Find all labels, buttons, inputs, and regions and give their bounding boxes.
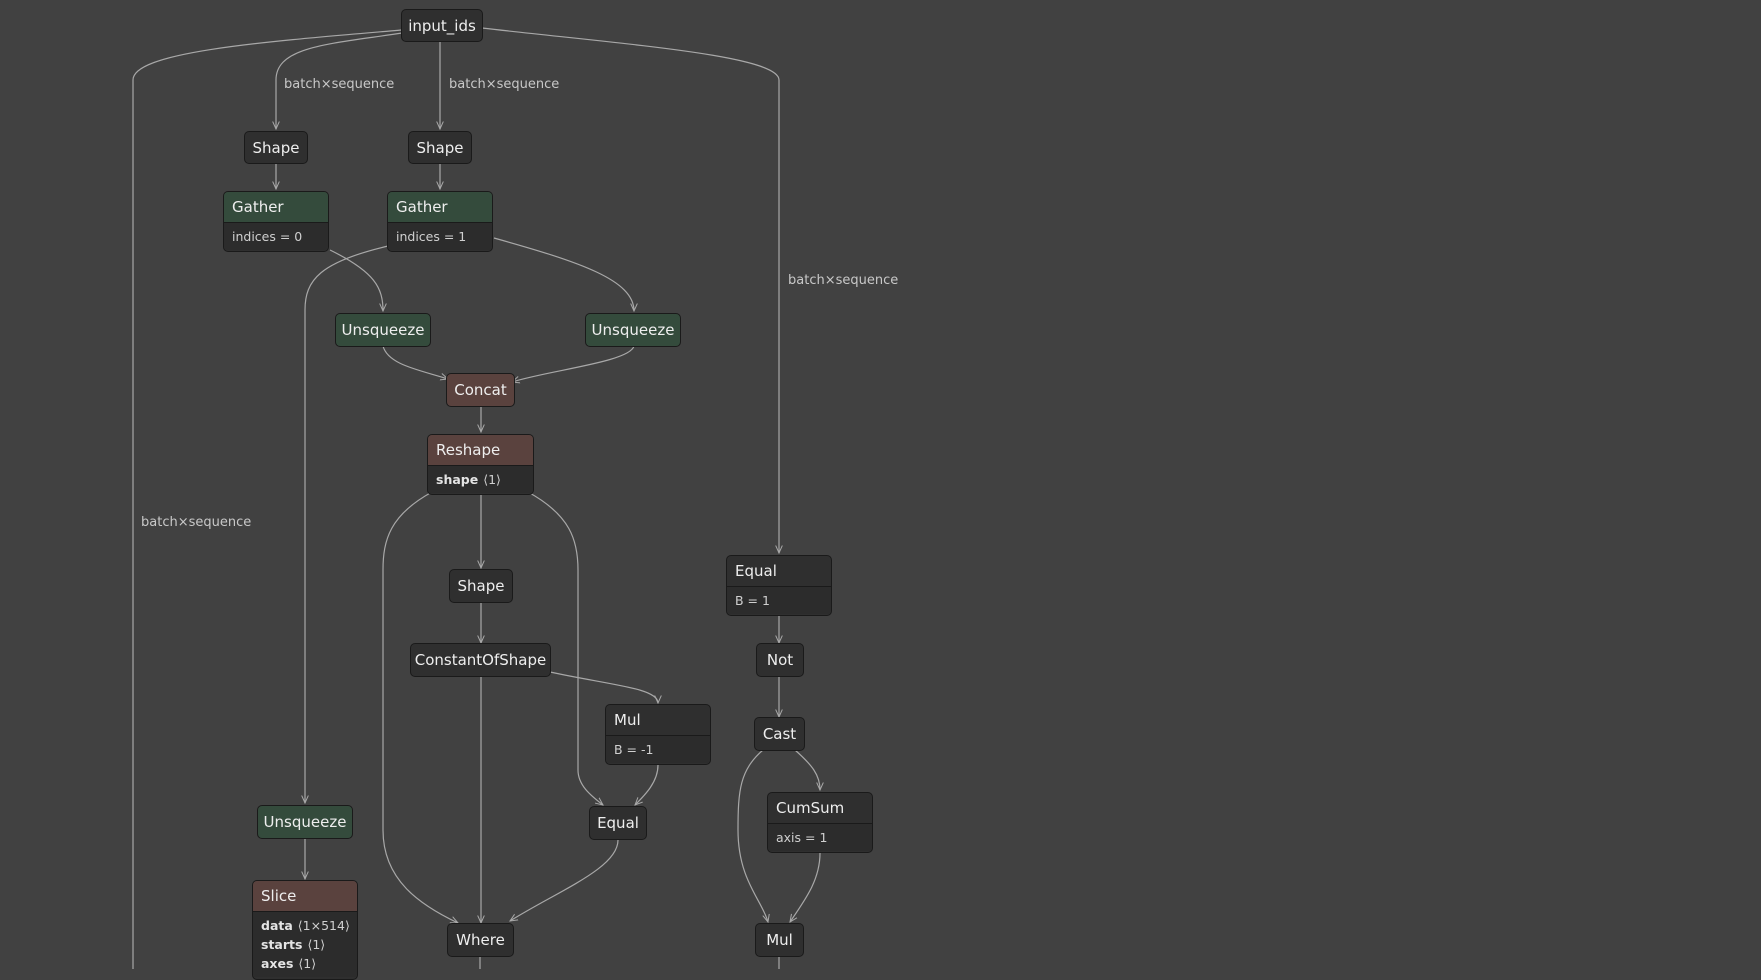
node-equal-right[interactable]: Equal B = 1	[726, 555, 832, 616]
node-unsqueeze-c[interactable]: Unsqueeze	[257, 805, 353, 839]
node-title: Shape	[416, 138, 464, 157]
node-title: Mul	[766, 931, 793, 949]
attr-name: starts	[261, 937, 303, 952]
node-unsqueeze-b[interactable]: Unsqueeze	[585, 313, 681, 347]
node-title: Gather	[388, 192, 492, 223]
attr-value: ⟨1⟩	[483, 472, 501, 487]
node-title: Equal	[727, 556, 831, 587]
node-title: Reshape	[428, 435, 533, 466]
node-attr: axis = 1	[776, 830, 828, 845]
node-attr: B = -1	[614, 742, 654, 757]
node-title: Concat	[454, 381, 507, 399]
edge-reshape-where	[382, 491, 458, 924]
edge-gather-1-unsqueeze-b	[493, 237, 634, 311]
node-title: ConstantOfShape	[414, 651, 547, 669]
edge-label-far-left: batch×sequence	[141, 515, 252, 530]
node-shape-a[interactable]: Shape	[244, 131, 308, 164]
node-title: Shape	[252, 138, 300, 157]
node-title: Unsqueeze	[263, 813, 347, 831]
node-constant-of-shape[interactable]: ConstantOfShape	[410, 643, 551, 677]
edge-gather-0-unsqueeze-a	[329, 249, 383, 311]
edge-cast-mul-bottom	[737, 749, 768, 922]
node-title: Gather	[224, 192, 328, 223]
node-title: Not	[766, 651, 794, 669]
node-attr: indices = 0	[232, 229, 303, 244]
node-gather-0[interactable]: Gather indices = 0	[223, 191, 329, 252]
node-input-ids[interactable]: input_ids	[401, 9, 483, 42]
node-attr: indices = 1	[396, 229, 467, 244]
edge-unsqueeze-b-concat	[512, 345, 635, 382]
node-mul-b[interactable]: Mul B = -1	[605, 704, 711, 765]
edge-equal-mid-where	[510, 839, 619, 921]
edge-cast-cumsum	[794, 749, 820, 790]
edge-label-shape-a: batch×sequence	[284, 77, 395, 92]
attr-name: shape	[436, 472, 479, 487]
node-attr: B = 1	[735, 593, 770, 608]
node-title: Unsqueeze	[341, 321, 425, 339]
edge-label-equal-right: batch×sequence	[788, 273, 899, 288]
node-gather-1[interactable]: Gather indices = 1	[387, 191, 493, 252]
attr-name: data	[261, 918, 293, 933]
edge-label-shape-b: batch×sequence	[449, 77, 560, 92]
node-title: input_ids	[408, 16, 476, 35]
node-where[interactable]: Where	[447, 923, 514, 957]
node-mul-bottom[interactable]: Mul	[755, 923, 804, 957]
node-unsqueeze-a[interactable]: Unsqueeze	[335, 313, 431, 347]
attr-value: ⟨1⟩	[307, 937, 326, 952]
node-reshape[interactable]: Reshape shape ⟨1⟩	[427, 434, 534, 495]
node-title: CumSum	[768, 793, 872, 824]
node-equal-mid[interactable]: Equal	[589, 806, 647, 840]
edge-cumsum-mul-bottom	[790, 852, 821, 922]
node-title: Slice	[253, 881, 357, 912]
node-title: Unsqueeze	[591, 321, 675, 339]
attr-value: ⟨1×514⟩	[297, 918, 350, 933]
edge-cos-mul-b	[549, 671, 658, 703]
node-title: Cast	[762, 725, 797, 743]
edge-mul-b-equal-mid	[635, 764, 659, 805]
node-cumsum[interactable]: CumSum axis = 1	[767, 792, 873, 853]
node-concat[interactable]: Concat	[446, 373, 515, 407]
node-title: Shape	[457, 577, 505, 595]
node-not[interactable]: Not	[756, 643, 804, 677]
node-title: Equal	[597, 814, 639, 832]
edge-unsqueeze-a-concat	[382, 345, 448, 379]
node-slice[interactable]: Slice data ⟨1×514⟩ starts ⟨1⟩ axes ⟨1⟩	[252, 880, 358, 980]
node-cast[interactable]: Cast	[754, 717, 805, 751]
node-shape-c[interactable]: Shape	[449, 569, 513, 603]
node-title: Mul	[606, 705, 710, 736]
node-shape-b[interactable]: Shape	[408, 131, 472, 164]
node-title: Where	[456, 931, 505, 949]
